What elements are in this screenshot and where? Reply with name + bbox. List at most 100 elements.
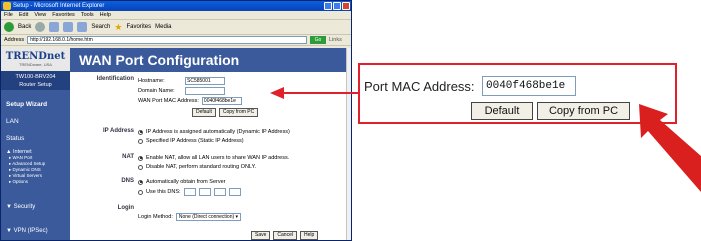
dns-manual-radio[interactable] bbox=[138, 189, 143, 195]
dns-manual-row: Use this DNS: bbox=[138, 188, 241, 196]
copy-from-pc-button[interactable]: Copy from PC bbox=[218, 108, 259, 117]
model-subtitle: Router Setup bbox=[19, 82, 52, 88]
sidebar-internet-group: ▲ Internet ▸ WAN Port ▸ Advanced Setup ▸… bbox=[1, 149, 70, 185]
dns-octet-4[interactable] bbox=[228, 188, 241, 196]
refresh-icon[interactable] bbox=[63, 22, 74, 32]
sidebar-item-vpn[interactable]: ▼ VPN (IPSec) bbox=[1, 228, 48, 234]
mac-row: WAN Port MAC Address: 0040f468be1e bbox=[138, 97, 242, 105]
section-identification: Identification bbox=[96, 76, 134, 82]
hostname-input[interactable]: SC585001 bbox=[185, 77, 225, 85]
address-input[interactable]: http://192.168.0.1/home.htm bbox=[27, 36, 307, 44]
save-button[interactable]: Save bbox=[251, 231, 271, 240]
section-ip-address: IP Address bbox=[102, 128, 134, 134]
cancel-button[interactable]: Cancel bbox=[273, 231, 297, 240]
menu-bar: File Edit View Favorites Tools Help bbox=[1, 11, 351, 20]
menu-view[interactable]: View bbox=[34, 11, 46, 19]
page-title: WAN Port Configuration bbox=[70, 48, 351, 72]
hostname-row: Hostname: SC585001 bbox=[138, 77, 225, 85]
model-name: TW100-BRV204 bbox=[15, 74, 56, 80]
brand-name: TRENDnet bbox=[5, 51, 66, 62]
mac-buttons: Default Copy from PC bbox=[192, 108, 259, 117]
minimize-button[interactable] bbox=[324, 2, 332, 10]
nat-disable-label: Disable NAT, perform standard routing ON… bbox=[146, 164, 257, 170]
hostname-label: Hostname: bbox=[138, 78, 165, 84]
wan-form: Identification Hostname: SC585001 Domain… bbox=[70, 72, 351, 240]
maximize-button[interactable] bbox=[333, 2, 341, 10]
section-dns: DNS bbox=[121, 178, 134, 184]
main-content: WAN Port Configuration Identification Ho… bbox=[70, 48, 351, 240]
close-button[interactable] bbox=[342, 2, 350, 10]
go-button[interactable]: Go bbox=[310, 36, 326, 44]
sidebar-item-lan[interactable]: LAN bbox=[1, 113, 70, 130]
home-icon[interactable] bbox=[77, 22, 88, 32]
nat-disable-row: Disable NAT, perform standard routing ON… bbox=[138, 164, 256, 170]
domain-row: Domain Name: bbox=[138, 87, 225, 95]
forward-icon[interactable] bbox=[35, 22, 46, 32]
favorites-icon[interactable]: ★ bbox=[114, 22, 122, 33]
sidebar-item-security[interactable]: ▼ Security bbox=[1, 204, 35, 210]
nat-disable-radio[interactable] bbox=[138, 164, 143, 170]
address-label: Address bbox=[4, 37, 25, 43]
vertical-scrollbar[interactable] bbox=[346, 48, 351, 240]
sidebar-item-status[interactable]: Status bbox=[1, 130, 70, 147]
sidebar-item-setup-wizard[interactable]: Setup Wizard bbox=[1, 96, 70, 113]
login-method-label: Login Method: bbox=[138, 214, 173, 220]
menu-help[interactable]: Help bbox=[100, 11, 111, 19]
back-label[interactable]: Back bbox=[18, 24, 31, 30]
ip-dynamic-row: IP Address is assigned automatically (Dy… bbox=[138, 129, 290, 135]
login-method-row: Login Method: None (Direct connection) ▾ bbox=[138, 213, 242, 221]
help-button[interactable]: Help bbox=[299, 231, 319, 240]
sidebar-subitem-options[interactable]: ▸ Options bbox=[6, 179, 70, 185]
menu-favorites[interactable]: Favorites bbox=[52, 11, 75, 19]
dns-octet-3[interactable] bbox=[213, 188, 226, 196]
dns-auto-row: Automatically obtain from Server bbox=[138, 179, 225, 185]
menu-file[interactable]: File bbox=[4, 11, 13, 19]
mac-input[interactable]: 0040f468be1e bbox=[201, 97, 242, 105]
browser-window: Setup - Microsoft Internet Explorer File… bbox=[0, 0, 352, 241]
menu-edit[interactable]: Edit bbox=[19, 11, 28, 19]
media-label[interactable]: Media bbox=[155, 24, 171, 30]
ip-static-row: Specified IP Address (Static IP Address) bbox=[138, 138, 244, 144]
section-login: Login bbox=[117, 205, 134, 211]
callout-copy-from-pc-button[interactable]: Copy from PC bbox=[537, 102, 630, 120]
callout-mac-label: Port MAC Address: bbox=[364, 79, 475, 94]
sidebar: TRENDnet TRENDware, USA TW100-BRV204 Rou… bbox=[1, 48, 70, 240]
section-nat: NAT bbox=[122, 154, 134, 160]
ie-logo-icon bbox=[3, 2, 11, 10]
links-label[interactable]: Links bbox=[329, 37, 351, 43]
nat-enable-label: Enable NAT, allow all LAN users to share… bbox=[146, 155, 290, 161]
ip-dynamic-radio[interactable] bbox=[138, 129, 143, 135]
model-box: TW100-BRV204 Router Setup bbox=[1, 71, 70, 90]
default-button[interactable]: Default bbox=[192, 108, 216, 117]
back-icon[interactable] bbox=[4, 22, 14, 32]
ip-static-label: Specified IP Address (Static IP Address) bbox=[146, 138, 244, 144]
router-page: TRENDnet TRENDware, USA TW100-BRV204 Rou… bbox=[1, 48, 351, 240]
nat-enable-row: Enable NAT, allow all LAN users to share… bbox=[138, 155, 289, 161]
ip-static-radio[interactable] bbox=[138, 138, 143, 144]
domain-label: Domain Name: bbox=[138, 88, 175, 94]
favorites-label[interactable]: Favorites bbox=[126, 24, 151, 30]
address-bar: Address http://192.168.0.1/home.htm Go L… bbox=[1, 35, 351, 46]
zoom-callout: Port MAC Address: 0040f468be1e Default C… bbox=[358, 63, 677, 124]
dns-octet-2[interactable] bbox=[198, 188, 211, 196]
stop-icon[interactable] bbox=[49, 22, 60, 32]
dns-manual-label: Use this DNS: bbox=[146, 189, 181, 195]
dns-auto-radio[interactable] bbox=[138, 179, 143, 185]
nat-enable-radio[interactable] bbox=[138, 155, 143, 161]
domain-input[interactable] bbox=[185, 87, 225, 95]
search-label[interactable]: Search bbox=[91, 24, 110, 30]
dns-auto-label: Automatically obtain from Server bbox=[146, 179, 226, 185]
form-buttons: Save Cancel Help bbox=[251, 231, 319, 240]
callout-mac-input[interactable]: 0040f468be1e bbox=[482, 76, 576, 96]
dns-octet-1[interactable] bbox=[183, 188, 196, 196]
ip-dynamic-label: IP Address is assigned automatically (Dy… bbox=[146, 129, 290, 135]
mac-label: WAN Port MAC Address: bbox=[138, 98, 199, 104]
logo: TRENDnet TRENDware, USA bbox=[1, 48, 70, 71]
callout-default-button[interactable]: Default bbox=[471, 102, 533, 120]
menu-tools[interactable]: Tools bbox=[81, 11, 94, 19]
brand-tagline: TRENDware, USA bbox=[19, 62, 52, 67]
browser-toolbar: Back Search ★ Favorites Media bbox=[1, 20, 351, 35]
title-bar: Setup - Microsoft Internet Explorer bbox=[1, 1, 351, 11]
window-title: Setup - Microsoft Internet Explorer bbox=[13, 3, 105, 9]
login-method-select[interactable]: None (Direct connection) ▾ bbox=[175, 213, 242, 221]
